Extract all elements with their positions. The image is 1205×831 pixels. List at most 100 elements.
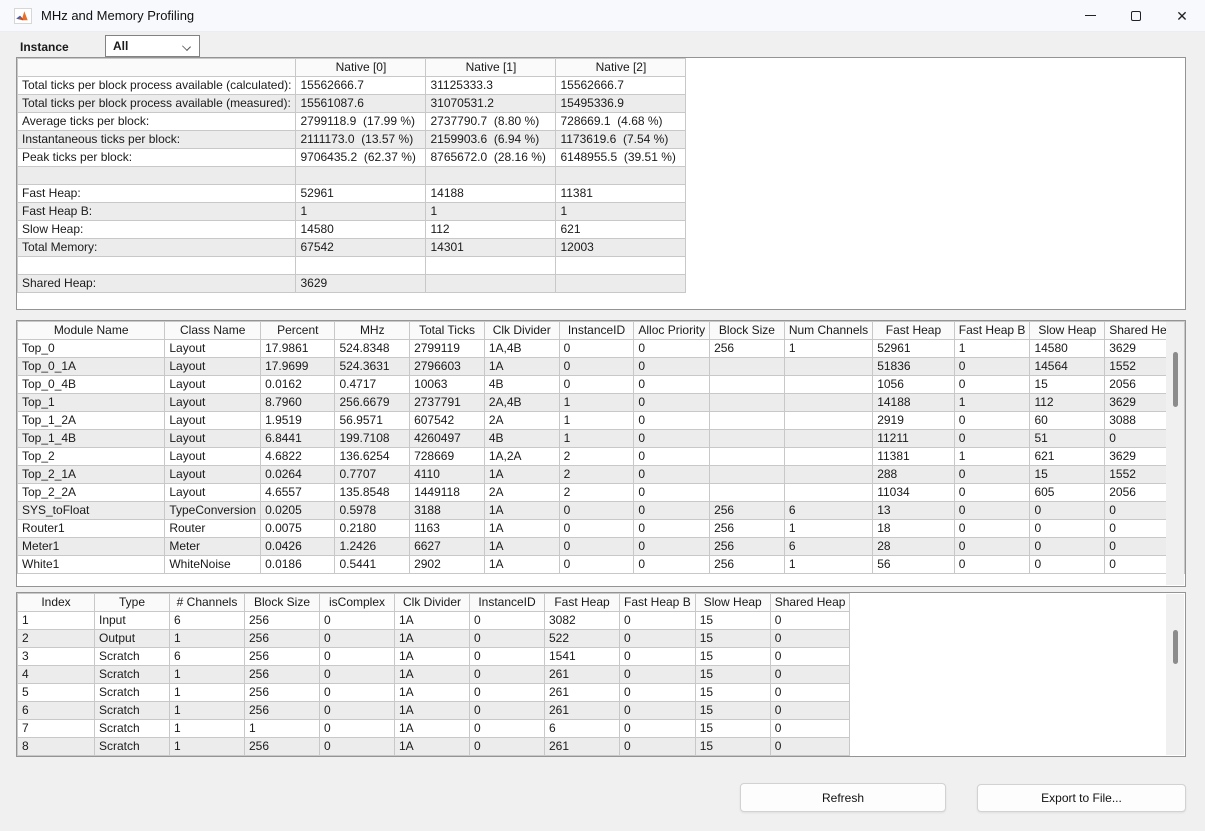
table-cell: 0	[954, 466, 1030, 484]
column-header[interactable]: MHz	[335, 322, 410, 340]
table-cell: 0	[320, 702, 395, 720]
column-header[interactable]: Clk Divider	[395, 594, 470, 612]
table-row[interactable]: Top_1Layout8.7960256.667927377912A,4B101…	[18, 394, 1185, 412]
table-row[interactable]: Top_0_1ALayout17.9699524.363127966031A00…	[18, 358, 1185, 376]
table-row[interactable]: Total ticks per block process available …	[18, 95, 686, 113]
instance-dropdown[interactable]: All	[105, 35, 200, 57]
column-header[interactable]: Percent	[261, 322, 335, 340]
table-cell: 256	[245, 666, 320, 684]
table-row[interactable]: Top_2_1ALayout0.02640.770741101A20288015…	[18, 466, 1185, 484]
table-row[interactable]: Top_1_2ALayout1.951956.95716075422A10291…	[18, 412, 1185, 430]
table-row[interactable]: SYS_toFloatTypeConversion0.02050.5978318…	[18, 502, 1185, 520]
table-cell	[710, 376, 785, 394]
table-row[interactable]: White1WhiteNoise0.01860.544129021A002561…	[18, 556, 1185, 574]
table-row[interactable]: Top_0_4BLayout0.01620.4717100634B0010560…	[18, 376, 1185, 394]
table-cell: 2902	[410, 556, 485, 574]
table-row[interactable]: Top_2_2ALayout4.6557135.854814491182A201…	[18, 484, 1185, 502]
table-row[interactable]	[18, 257, 686, 275]
column-header[interactable]: Class Name	[165, 322, 261, 340]
table-cell: 67542	[296, 239, 426, 257]
table-row[interactable]: Total ticks per block process available …	[18, 77, 686, 95]
refresh-button[interactable]: Refresh	[740, 783, 946, 812]
table-row[interactable]: Router1Router0.00750.218011631A002561180…	[18, 520, 1185, 538]
module-table-scroll-thumb[interactable]	[1173, 352, 1178, 407]
column-header[interactable]: Clk Divider	[484, 322, 559, 340]
column-header[interactable]: Shared Heap	[770, 594, 850, 612]
table-cell: 51	[1030, 430, 1105, 448]
column-header[interactable]: InstanceID	[470, 594, 545, 612]
column-header[interactable]: Block Size	[245, 594, 320, 612]
table-cell: 0	[470, 738, 545, 756]
table-cell: 0	[320, 738, 395, 756]
table-cell: Layout	[165, 430, 261, 448]
table-cell: 56.9571	[335, 412, 410, 430]
table-row[interactable]: Fast Heap:529611418811381	[18, 185, 686, 203]
table-row[interactable]: Top_2Layout4.6822136.62547286691A,2A2011…	[18, 448, 1185, 466]
table-row[interactable]: 3Scratch625601A015410150	[18, 648, 850, 666]
app-window: { "window": { "title": "MHz and Memory P…	[0, 0, 1205, 831]
column-header[interactable]: Type	[95, 594, 170, 612]
table-row[interactable]: 5Scratch125601A02610150	[18, 684, 850, 702]
minimize-button[interactable]	[1067, 0, 1113, 32]
column-header[interactable]: Block Size	[710, 322, 785, 340]
table-cell: 0	[634, 376, 710, 394]
close-button[interactable]: ✕	[1159, 0, 1205, 32]
column-header[interactable]: Fast Heap	[545, 594, 620, 612]
table-row[interactable]: Slow Heap:14580112621	[18, 221, 686, 239]
column-header[interactable]: Total Ticks	[410, 322, 485, 340]
table-row[interactable]: Total Memory:675421430112003	[18, 239, 686, 257]
column-header[interactable]: Index	[18, 594, 95, 612]
table-cell: 17.9699	[261, 358, 335, 376]
table-row[interactable]: 8Scratch125601A02610150	[18, 738, 850, 756]
maximize-button[interactable]	[1113, 0, 1159, 32]
column-header[interactable]: Module Name	[18, 322, 165, 340]
table-cell: 2	[559, 466, 634, 484]
column-header[interactable]: Native [2]	[556, 59, 686, 77]
table-row[interactable]: 1Input625601A030820150	[18, 612, 850, 630]
table-row[interactable]: 4Scratch125601A02610150	[18, 666, 850, 684]
table-cell: 0	[954, 502, 1030, 520]
window-title: MHz and Memory Profiling	[41, 8, 194, 23]
table-row[interactable]: 7Scratch1101A060150	[18, 720, 850, 738]
column-header[interactable]	[18, 59, 296, 77]
column-header[interactable]: # Channels	[170, 594, 245, 612]
column-header[interactable]: Fast Heap B	[620, 594, 696, 612]
column-header[interactable]: Alloc Priority	[634, 322, 710, 340]
table-cell: Output	[95, 630, 170, 648]
table-cell	[18, 167, 296, 185]
table-cell: 621	[556, 221, 686, 239]
buffer-table-scroll-thumb[interactable]	[1173, 630, 1178, 664]
table-cell: 1	[170, 666, 245, 684]
column-header[interactable]: Fast Heap B	[954, 322, 1030, 340]
table-row[interactable]: Top_0Layout17.9861524.834827991191A,4B00…	[18, 340, 1185, 358]
table-row[interactable]: 6Scratch125601A02610150	[18, 702, 850, 720]
buffer-table-scrollbar[interactable]	[1166, 594, 1184, 755]
table-row[interactable]: Peak ticks per block:9706435.2 (62.37 %)…	[18, 149, 686, 167]
table-row[interactable]	[18, 167, 686, 185]
table-row[interactable]: Fast Heap B:111	[18, 203, 686, 221]
table-row[interactable]: Top_1_4BLayout6.8441199.710842604974B101…	[18, 430, 1185, 448]
table-cell: 1A,2A	[484, 448, 559, 466]
module-table-scrollbar[interactable]	[1166, 322, 1184, 585]
module-table: Module NameClass NamePercentMHzTotal Tic…	[17, 321, 1185, 574]
table-cell: Top_2_1A	[18, 466, 165, 484]
table-cell: 1	[18, 612, 95, 630]
column-header[interactable]: Slow Heap	[695, 594, 770, 612]
table-cell: 0	[620, 684, 696, 702]
table-row[interactable]: Meter1Meter0.04261.242666271A00256628000	[18, 538, 1185, 556]
table-row[interactable]: 2Output125601A05220150	[18, 630, 850, 648]
column-header[interactable]: Slow Heap	[1030, 322, 1105, 340]
table-row[interactable]: Average ticks per block:2799118.9 (17.99…	[18, 113, 686, 131]
table-cell: 3	[18, 648, 95, 666]
column-header[interactable]: InstanceID	[559, 322, 634, 340]
column-header[interactable]: isComplex	[320, 594, 395, 612]
column-header[interactable]: Fast Heap	[873, 322, 955, 340]
table-cell: 11381	[873, 448, 955, 466]
column-header[interactable]: Native [1]	[426, 59, 556, 77]
table-row[interactable]: Shared Heap:3629	[18, 275, 686, 293]
column-header[interactable]: Num Channels	[784, 322, 872, 340]
column-header[interactable]: Native [0]	[296, 59, 426, 77]
table-cell: 256	[245, 702, 320, 720]
export-to-file-button[interactable]: Export to File...	[977, 784, 1186, 812]
table-row[interactable]: Instantaneous ticks per block:2111173.0 …	[18, 131, 686, 149]
